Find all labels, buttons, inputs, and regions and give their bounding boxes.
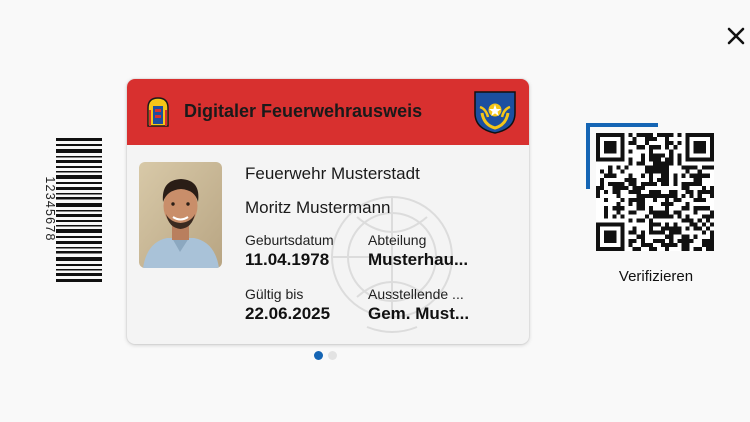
barcode-bars: [56, 138, 102, 282]
page-dot[interactable]: [328, 351, 337, 360]
close-icon: [727, 27, 745, 45]
member-photo: [139, 162, 222, 268]
coat-of-arms-icon: [474, 91, 516, 134]
barcode: 12345678: [34, 138, 102, 282]
issuer-value: Gem. Must...: [368, 304, 470, 323]
valid-until-value: 22.06.2025: [245, 304, 331, 323]
fire-department-logo: [147, 97, 169, 127]
page-dot-active[interactable]: [314, 351, 323, 360]
department-label: Abteilung: [368, 232, 427, 248]
valid-until-label: Gültig bis: [245, 286, 304, 302]
birthdate-value: 11.04.1978: [245, 250, 330, 269]
birthdate-label: Geburtsdatum: [245, 232, 334, 248]
qr-code[interactable]: [596, 133, 714, 251]
close-button[interactable]: [724, 24, 748, 48]
card-title: Digitaler Feuerwehrausweis: [184, 101, 423, 121]
card-header: Digitaler Feuerwehrausweis: [127, 79, 529, 145]
id-card[interactable]: Digitaler Feuerwehrausweis Feuerwehr Mus…: [127, 79, 529, 344]
barcode-number: 12345678: [43, 176, 57, 242]
department-value: Musterhau...: [368, 250, 469, 269]
issuer-label: Ausstellende ...: [368, 286, 464, 302]
member-name: Moritz Mustermann: [245, 198, 391, 217]
verify-label[interactable]: Verifizieren: [596, 268, 716, 285]
organization-name: Feuerwehr Musterstadt: [245, 164, 420, 183]
page-indicator[interactable]: [314, 351, 337, 361]
